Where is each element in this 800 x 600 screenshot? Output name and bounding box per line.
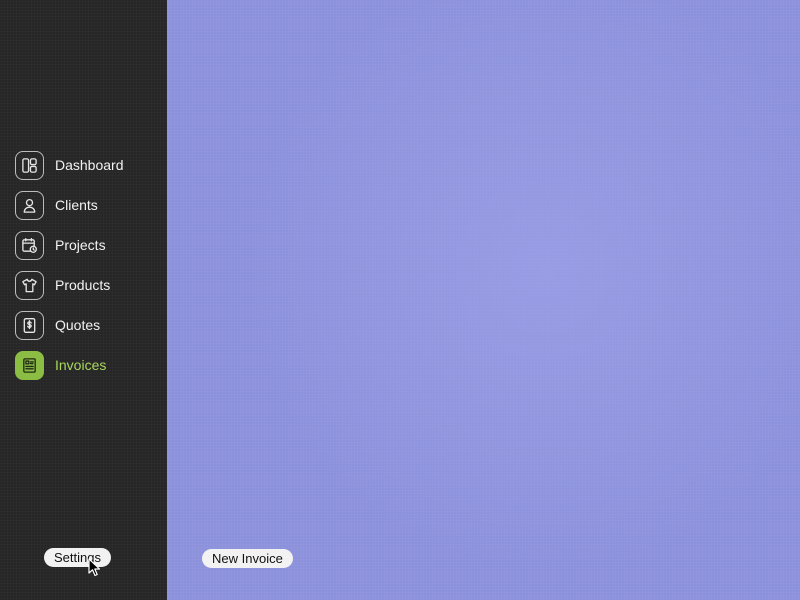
sidebar-item-projects[interactable]: Projects — [15, 230, 124, 260]
tshirt-icon — [15, 270, 44, 300]
sidebar-item-label: Invoices — [55, 357, 107, 373]
app-window: Dashboard Clients Projects Products Quot… — [0, 0, 800, 600]
receipt-icon — [15, 350, 44, 380]
new-invoice-button[interactable]: New Invoice — [202, 549, 293, 568]
sidebar-item-dashboard[interactable]: Dashboard — [15, 150, 124, 180]
settings-button[interactable]: Settings — [44, 548, 111, 567]
sidebar-item-label: Dashboard — [55, 157, 124, 173]
sidebar-item-label: Clients — [55, 197, 98, 213]
main-content: New Invoice — [167, 0, 800, 600]
sidebar-item-label: Projects — [55, 237, 106, 253]
sidebar: Dashboard Clients Projects Products Quot… — [0, 0, 167, 600]
dashboard-icon — [15, 150, 44, 180]
sidebar-item-label: Products — [55, 277, 111, 293]
sidebar-item-invoices[interactable]: Invoices — [15, 350, 124, 380]
person-icon — [15, 190, 44, 220]
sidebar-item-label: Quotes — [55, 317, 101, 333]
sidebar-nav: Dashboard Clients Projects Products Quot… — [15, 150, 124, 390]
dollar-document-icon — [15, 310, 44, 340]
sidebar-item-products[interactable]: Products — [15, 270, 124, 300]
calendar-clock-icon — [15, 230, 44, 260]
sidebar-item-quotes[interactable]: Quotes — [15, 310, 124, 340]
sidebar-item-clients[interactable]: Clients — [15, 190, 124, 220]
